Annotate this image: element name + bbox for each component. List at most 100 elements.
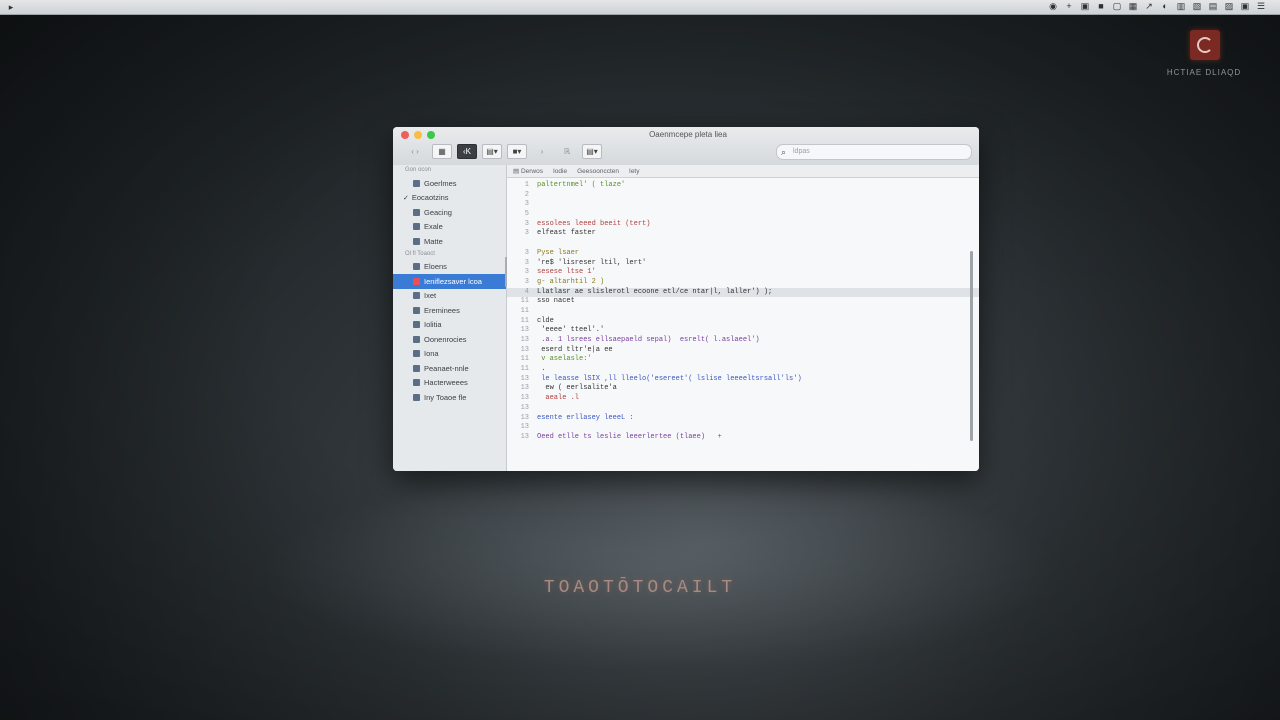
code-text: sesese ltse 1'	[537, 268, 596, 277]
sidebar-file-item[interactable]: Iona	[393, 347, 506, 362]
code-line[interactable]: 11 sso nacet	[507, 297, 979, 307]
code-line[interactable]: 3 're$ 'lisreser ltil, lert'	[507, 259, 979, 269]
status-icon[interactable]: ▧	[1192, 1, 1202, 12]
code-line[interactable]: 13 esente erllasey leeeL :	[507, 414, 979, 424]
sidebar-file-item[interactable]: Peanaet-nnle	[393, 361, 506, 376]
line-number: 13	[520, 326, 529, 335]
status-icon[interactable]: ▨	[1224, 1, 1234, 12]
run-button[interactable]: ℝ	[557, 144, 577, 159]
sidebar-item[interactable]: Geacing	[393, 205, 506, 220]
code-text: sso nacet	[537, 297, 575, 306]
folder-icon	[413, 179, 420, 187]
sidebar-file-item[interactable]: Oonenrocies	[393, 332, 506, 347]
folder-icon	[413, 208, 420, 216]
code-line[interactable]: 13 aeale .l	[507, 394, 979, 404]
minimize-button[interactable]	[414, 131, 422, 139]
sidebar-file-item[interactable]: Ixet	[393, 289, 506, 304]
sidebar-item[interactable]: Goerlmes	[393, 176, 506, 191]
code-editor[interactable]: ▤ Derwos Iodie Geesoonccten Iety 1 paltertnm…	[507, 165, 979, 471]
file-icon	[413, 393, 420, 401]
share-menu-button[interactable]: ▤▾	[582, 144, 602, 159]
code-line[interactable]: 2	[507, 191, 979, 201]
code-line[interactable]: 3 essolees leeed beeit (tert)	[507, 220, 979, 230]
panel-menu-button[interactable]: ■▾	[507, 144, 527, 159]
status-icon[interactable]: ▣	[1240, 1, 1250, 12]
line-number: 13	[520, 336, 529, 344]
line-number: 3	[524, 268, 529, 277]
layout-menu-button[interactable]: ▤▾	[482, 144, 502, 159]
code-line[interactable]	[507, 239, 979, 249]
code-line[interactable]: 5	[507, 210, 979, 220]
editor-view-button[interactable]: ‹K	[457, 144, 477, 159]
code-line[interactable]: 11 v aselasle:'	[507, 355, 979, 365]
line-number: 2	[524, 190, 529, 199]
code-line[interactable]: 13 eserd tltr'e|a ee	[507, 346, 979, 356]
search-field[interactable]: ⌕ ldpas	[776, 144, 972, 160]
editor-scrollbar[interactable]	[970, 251, 973, 441]
code-line[interactable]: 4 Llatlasr ae slislerotl ecoone etl/ce nt…	[507, 287, 979, 298]
code-line[interactable]: 11	[507, 307, 979, 317]
search-icon: ⌕	[781, 147, 787, 157]
grid-view-button[interactable]: ▦	[432, 144, 452, 159]
code-line[interactable]: 3	[507, 200, 979, 210]
sidebar-file-item[interactable]: Iny Toaoe fle	[393, 390, 506, 405]
sidebar-file-item[interactable]: Eloens	[393, 260, 506, 275]
close-button[interactable]	[401, 131, 409, 139]
status-icon[interactable]: ▢	[1112, 1, 1122, 12]
code-line[interactable]: 13	[507, 404, 979, 414]
editor-tab[interactable]: Iodie	[553, 168, 567, 175]
search-placeholder: ldpas	[793, 148, 810, 155]
code-line[interactable]: 11 clde	[507, 317, 979, 327]
status-icon[interactable]: ◐	[1160, 1, 1170, 12]
sidebar-file-item[interactable]: Hacterweees	[393, 376, 506, 391]
status-icon[interactable]: ↗	[1144, 1, 1154, 12]
line-number: 13	[520, 403, 529, 412]
line-number: 3	[524, 258, 529, 267]
sidebar-item-label: Geacing	[424, 207, 452, 217]
editor-tab[interactable]: Geesoonccten	[577, 168, 619, 175]
code-line[interactable]: 13 le leasse lSIX ,ll lleelo('esereet'( …	[507, 375, 979, 385]
code-line[interactable]: 1 paltertnmel' ( tlaze'	[507, 181, 979, 191]
sidebar-file-item[interactable]: Ereminees	[393, 303, 506, 318]
code-line[interactable]: 11 .	[507, 365, 979, 375]
status-icon[interactable]: ■	[1096, 1, 1106, 12]
status-icon[interactable]: ▦	[1128, 1, 1138, 12]
back-forward-icon[interactable]: ‹ ›	[403, 144, 427, 159]
code-line[interactable]: 3 Pyse lsaer	[507, 249, 979, 259]
editor-tab[interactable]: Iety	[629, 168, 639, 175]
line-number: 11	[520, 316, 529, 325]
status-icon[interactable]: ☰	[1256, 1, 1266, 12]
apple-menu-icon[interactable]: ▸	[4, 2, 18, 13]
code-text: .	[537, 365, 546, 374]
file-icon	[413, 321, 420, 329]
sidebar-item[interactable]: Exale	[393, 220, 506, 235]
line-number: 13	[520, 394, 529, 403]
line-number: 11	[520, 306, 529, 315]
code-line[interactable]: 3 elfeast faster	[507, 229, 979, 239]
sidebar-file-item[interactable]: Ieniflezsaver lcoa	[393, 274, 506, 289]
sidebar-item-label: Peanaet-nnle	[424, 363, 469, 373]
sidebar-item[interactable]: Matte	[393, 234, 506, 249]
code-line[interactable]: 13 'eeee' tteel'.'	[507, 326, 979, 336]
line-number: 13	[520, 384, 529, 393]
code-line[interactable]: 13	[507, 423, 979, 433]
status-icon[interactable]: ▥	[1176, 1, 1186, 12]
sidebar-file-item[interactable]: Iolitia	[393, 318, 506, 333]
status-icon[interactable]: ◉	[1048, 1, 1058, 12]
code-area[interactable]: 1 paltertnmel' ( tlaze' 2 3 5 3 essolees leeed…	[507, 178, 979, 443]
zoom-button[interactable]	[427, 131, 435, 139]
sidebar-item[interactable]: ✓ Eocaotzins	[393, 191, 506, 206]
file-icon	[413, 292, 420, 300]
sidebar-subheader: Ol fl Toaoct	[405, 250, 435, 257]
code-line[interactable]: 3 g- altarhtil 2 )	[507, 278, 979, 288]
code-line[interactable]: 13 ew ( eerlsalite'a	[507, 384, 979, 394]
chevron-right-icon[interactable]: ›	[532, 144, 552, 159]
editor-tab[interactable]: ▤ Derwos	[513, 167, 543, 175]
code-line[interactable]: 3 sesese ltse 1'	[507, 268, 979, 278]
code-line[interactable]: 13 Oeed etlle ts leslie leeerlertee (tlae…	[507, 433, 979, 443]
status-icon[interactable]: ▣	[1080, 1, 1090, 12]
status-icon[interactable]: +	[1064, 1, 1074, 12]
status-icon[interactable]: ▤	[1208, 1, 1218, 12]
line-number: 3	[524, 248, 529, 257]
code-line[interactable]: 13 .a. 1 lsrees ellsaepaeld sepal) esrel…	[507, 336, 979, 346]
